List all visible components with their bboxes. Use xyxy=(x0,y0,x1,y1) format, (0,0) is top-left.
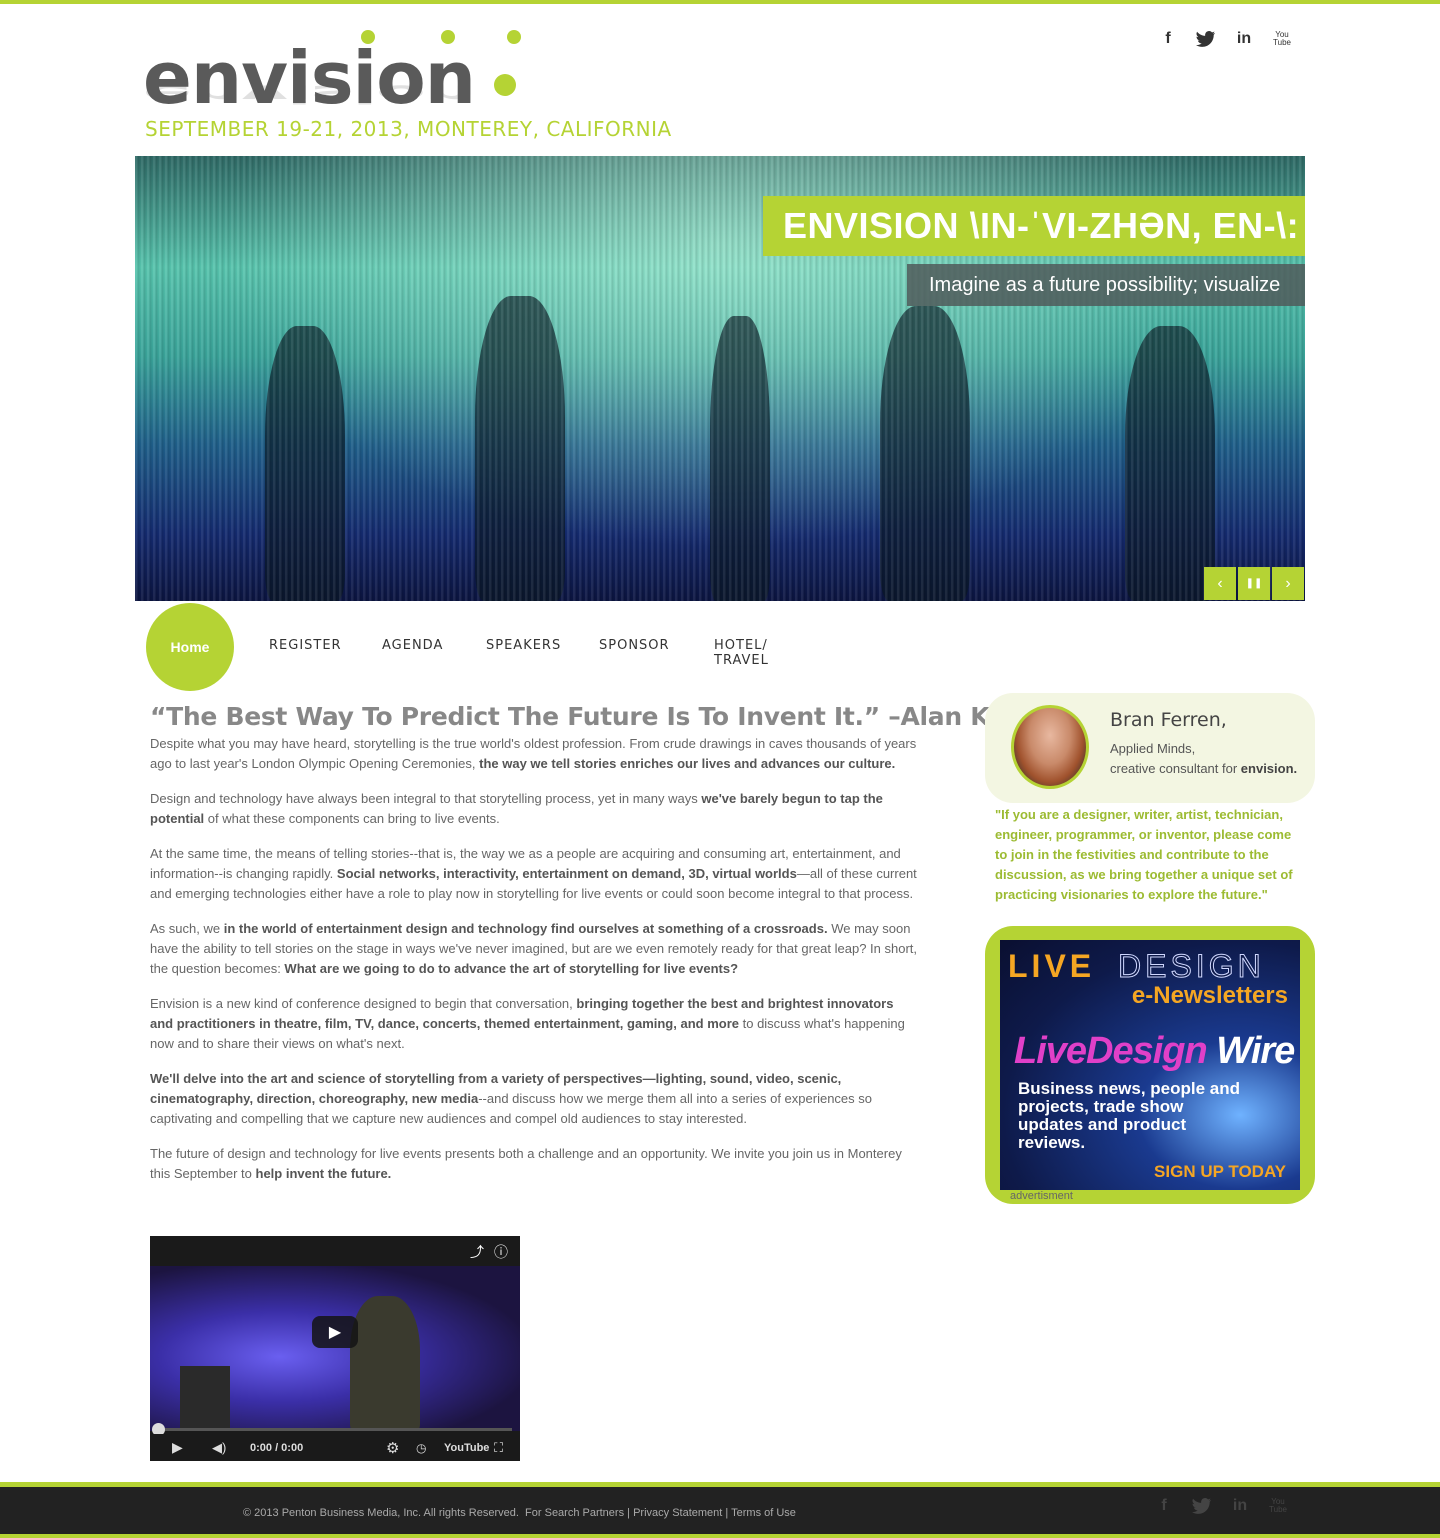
video-top-icons: ⤴ ⓘ xyxy=(470,1242,508,1262)
ad-label: advertisment xyxy=(1010,1190,1073,1202)
volume-icon[interactable]: ◀) xyxy=(212,1440,226,1456)
nav-hotel-line1: HOTEL/ xyxy=(714,638,768,653)
ad-signup-cta[interactable]: SIGN UP TODAY xyxy=(1154,1162,1286,1182)
nav-speakers[interactable]: SPEAKERS xyxy=(486,638,561,653)
video-time: 0:00 / 0:00 xyxy=(250,1441,304,1454)
slideshow-controls: ‹ ❚❚ › xyxy=(1204,567,1304,600)
hero-title: ENVISION \IN-ˈVI-ZHƏN, EN-\: xyxy=(763,196,1305,256)
prev-slide-button[interactable]: ‹ xyxy=(1204,567,1236,600)
copyright: © 2013 Penton Business Media, Inc. All r… xyxy=(243,1507,519,1519)
social-links-footer: f in You Tube xyxy=(1154,1495,1288,1517)
footer-sep-2: | xyxy=(725,1507,729,1519)
podium xyxy=(180,1366,230,1431)
pause-slide-button[interactable]: ❚❚ xyxy=(1238,567,1270,600)
hero-subtitle: Imagine as a future possibility; visuali… xyxy=(907,264,1305,306)
social-links-header: f in You Tube xyxy=(1158,28,1292,50)
intro-paragraph-3: At the same time, the means of telling s… xyxy=(150,846,917,901)
play-button[interactable]: ▶ xyxy=(312,1316,358,1348)
footer-link-privacy[interactable]: Privacy Statement xyxy=(633,1507,722,1519)
footer-twitter-icon[interactable] xyxy=(1192,1495,1212,1517)
info-icon[interactable]: ⓘ xyxy=(494,1242,508,1262)
speaker-figure xyxy=(350,1296,420,1431)
footer-sep-1: | xyxy=(627,1507,631,1519)
video-controls: ▶ ◀) 0:00 / 0:00 ⚙ ◷ YouTube ⛶ xyxy=(150,1434,520,1461)
footer-bottom-accent xyxy=(0,1534,1440,1538)
youtube-icon[interactable]: You Tube xyxy=(1272,28,1292,50)
next-slide-button[interactable]: › xyxy=(1272,567,1304,600)
nav-hotel-line2: TRAVEL xyxy=(714,653,769,668)
video-top-bar: ⤴ ⓘ xyxy=(150,1236,520,1266)
footer: © 2013 Penton Business Media, Inc. All r… xyxy=(0,1487,1440,1534)
nav-hotel-travel[interactable]: HOTEL/ TRAVEL xyxy=(714,638,769,668)
speaker-role: creative consultant for envision. xyxy=(1110,761,1298,776)
live-design-ad-banner[interactable]: LIVE DESIGN e-Newsletters LiveDesign Wir… xyxy=(1000,940,1300,1190)
ad-live-text: LIVE xyxy=(1008,948,1096,984)
video-progress-bar[interactable] xyxy=(152,1423,512,1436)
share-icon[interactable]: ⤴ xyxy=(470,1242,484,1262)
event-date: SEPTEMBER 19-21, 2013, MONTEREY, CALIFOR… xyxy=(145,117,672,141)
speaker-org: Applied Minds, xyxy=(1110,741,1196,756)
logo-dot-2 xyxy=(441,30,455,44)
nav-register[interactable]: REGISTER xyxy=(269,638,342,653)
youtube-logo-icon[interactable]: YouTube xyxy=(444,1442,489,1454)
footer-link-terms[interactable]: Terms of Use xyxy=(731,1507,796,1519)
footer-link-search-partners[interactable]: For Search Partners xyxy=(525,1507,624,1519)
logo-dot-1 xyxy=(361,30,375,44)
logo-reflection: envision xyxy=(143,79,475,109)
play-icon[interactable]: ▶ xyxy=(172,1439,183,1456)
footer-youtube-icon[interactable]: You Tube xyxy=(1268,1495,1288,1517)
top-accent-bar xyxy=(0,0,1440,4)
intro-paragraph-7: The future of design and technology for … xyxy=(150,1146,902,1181)
footer-text: © 2013 Penton Business Media, Inc. All r… xyxy=(243,1507,796,1519)
embedded-video-player[interactable]: ⤴ ⓘ ▶ ▶ ◀) 0:00 / 0:00 ⚙ ◷ YouTube ⛶ xyxy=(150,1236,520,1461)
intro-paragraph-6: We'll delve into the art and science of … xyxy=(150,1071,872,1126)
speaker-quote: "If you are a designer, writer, artist, … xyxy=(995,807,1293,902)
ad-design-text: DESIGN xyxy=(1118,948,1265,985)
intro-paragraph-4: As such, we in the world of entertainmen… xyxy=(150,921,918,976)
nav-home[interactable]: Home xyxy=(146,603,234,691)
main-content: “The Best Way To Predict The Future Is T… xyxy=(150,700,1022,1199)
page-title-quote: “The Best Way To Predict The Future Is T… xyxy=(150,702,1022,731)
speaker-name: Bran Ferren, xyxy=(1110,709,1227,731)
linkedin-icon[interactable]: in xyxy=(1234,28,1254,50)
intro-paragraph-5: Envision is a new kind of conference des… xyxy=(150,996,905,1051)
settings-icon[interactable]: ⚙ xyxy=(386,1439,399,1457)
speaker-photo xyxy=(1011,705,1089,789)
intro-paragraph-2: Design and technology have always been i… xyxy=(150,791,883,826)
ad-enews-text: e-Newsletters xyxy=(1131,982,1288,1009)
fullscreen-icon[interactable]: ⛶ xyxy=(494,1440,503,1456)
footer-facebook-icon[interactable]: f xyxy=(1154,1495,1174,1517)
watch-later-icon[interactable]: ◷ xyxy=(416,1441,426,1455)
intro-paragraph-1: Despite what you may have heard, storyte… xyxy=(150,736,917,771)
facebook-icon[interactable]: f xyxy=(1158,28,1178,50)
logo-period-dot xyxy=(494,74,516,96)
twitter-icon[interactable] xyxy=(1196,28,1216,50)
envision-logo[interactable]: envision envision xyxy=(143,20,523,120)
footer-linkedin-icon[interactable]: in xyxy=(1230,1495,1250,1517)
ad-wire-title: LiveDesign Wire xyxy=(1014,1030,1295,1072)
nav-sponsor[interactable]: SPONSOR xyxy=(599,638,670,653)
featured-speaker-card[interactable]: Bran Ferren, Applied Minds, creative con… xyxy=(985,693,1315,803)
video-thumbnail xyxy=(150,1266,520,1431)
nav-agenda[interactable]: AGENDA xyxy=(382,638,443,653)
ad-copy: Business news, people and projects, trad… xyxy=(1018,1079,1241,1152)
logo-dot-3 xyxy=(507,30,521,44)
